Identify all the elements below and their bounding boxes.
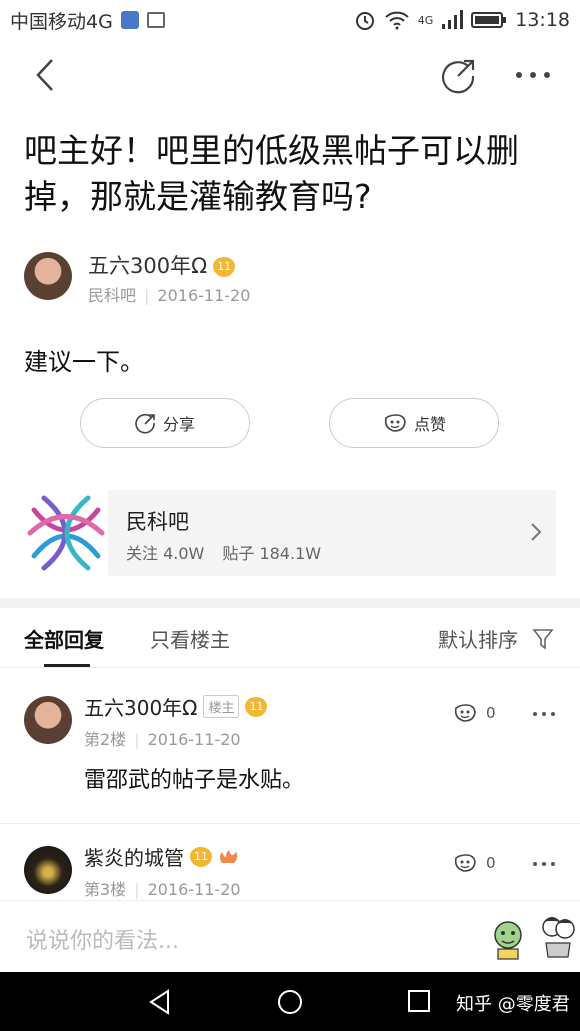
like-face-icon (454, 854, 476, 872)
tab-all-replies[interactable]: 全部回复 (24, 624, 104, 653)
wifi-icon (385, 11, 409, 30)
filter-icon[interactable] (532, 628, 554, 650)
more-icon[interactable] (532, 860, 556, 868)
share-icon[interactable] (440, 56, 478, 94)
clock: 13:18 (515, 9, 570, 31)
section-divider (0, 598, 580, 608)
comment-bar: 说说你的看法... (0, 900, 580, 972)
meta-separator: | (144, 286, 150, 305)
watermark: 知乎 @零度君 (456, 994, 570, 1015)
like-button[interactable]: 点赞 (329, 398, 499, 448)
list-item: 紫炎的城管 11 第3楼 | 2016-11-20 0 (0, 830, 580, 900)
carrier-label: 中国移动4G (10, 10, 113, 33)
floor-label: 第2楼 (84, 730, 127, 749)
floor-label: 第3楼 (84, 880, 127, 899)
reply-date: 2016-11-20 (147, 880, 241, 899)
notification-app-icon (120, 11, 139, 29)
image-notification-icon (146, 12, 165, 28)
like-button[interactable]: 0 (452, 702, 496, 724)
forum-name: 民科吧 (126, 510, 189, 534)
fan-badge-icon (220, 849, 238, 863)
avatar[interactable] (24, 846, 72, 894)
reply-text: 雷邵武的帖子是水贴。 (84, 768, 305, 793)
system-nav-bar: 知乎 @零度君 (0, 972, 580, 1031)
like-label: 点赞 (413, 415, 446, 434)
level-badge: 11 (245, 696, 268, 717)
share-button[interactable]: 分享 (80, 398, 250, 448)
meta-separator: | (134, 730, 140, 749)
network-type-label: 4G (417, 13, 434, 27)
like-count: 0 (486, 704, 496, 722)
alarm-icon (355, 12, 374, 30)
forum-followers: 关注 4.0W (126, 544, 205, 563)
tab-host-only[interactable]: 只看楼主 (150, 624, 230, 653)
list-item: 五六300年Ω 楼主 11 第2楼 | 2016-11-20 雷邵武的帖子是水贴。 … (0, 680, 580, 824)
system-home-icon[interactable] (276, 988, 304, 1016)
share-label: 分享 (162, 415, 195, 434)
post-content: 建议一下。 (24, 348, 144, 376)
status-bar: 中国移动4G 4G 13:18 (0, 0, 580, 40)
forum-label: 民科吧 (88, 286, 137, 305)
avatar[interactable] (24, 696, 72, 744)
meta-separator: | (134, 880, 140, 899)
host-tag: 楼主 (203, 695, 240, 718)
like-face-icon (454, 704, 476, 722)
forum-posts: 贴子 184.1W (222, 544, 322, 563)
emoji-sticker-icon[interactable] (490, 915, 526, 963)
back-icon[interactable] (30, 56, 60, 94)
post-actions: 分享 点赞 (80, 398, 500, 450)
reply-date: 2016-11-20 (147, 730, 241, 749)
meme-sticker-icon[interactable] (540, 911, 576, 959)
post-title: 吧主好！吧里的低级黑帖子可以删掉，那就是灌输教育吗? (24, 131, 519, 216)
system-back-icon[interactable] (146, 988, 174, 1016)
top-nav (0, 40, 580, 110)
reply-author[interactable]: 五六300年Ω (84, 692, 197, 721)
like-face-icon (384, 414, 406, 432)
forum-logo (24, 490, 108, 576)
signal-icon (442, 10, 464, 29)
reply-tabs: 全部回复 只看楼主 默认排序 (0, 608, 580, 668)
system-recents-icon[interactable] (406, 988, 432, 1014)
chevron-right-icon (531, 523, 542, 541)
comment-input[interactable]: 说说你的看法... (26, 923, 179, 955)
level-badge: 11 (213, 257, 236, 277)
like-button[interactable]: 0 (452, 852, 496, 874)
more-icon[interactable] (532, 710, 556, 718)
battery-icon (471, 12, 507, 28)
sort-dropdown[interactable]: 默认排序 (438, 624, 518, 653)
share-icon (135, 413, 155, 434)
reply-author[interactable]: 紫炎的城管 (84, 842, 184, 871)
level-badge: 11 (190, 846, 212, 867)
more-icon[interactable] (513, 66, 553, 84)
forum-card[interactable]: 民科吧 关注 4.0W 贴子 184.1W (24, 490, 556, 576)
post-date: 2016-11-20 (157, 286, 251, 305)
post-author[interactable]: 五六300年Ω 11 民科吧 | 2016-11-20 (24, 250, 544, 305)
author-name[interactable]: 五六300年Ω (88, 254, 207, 278)
tab-underline (44, 664, 90, 667)
like-count: 0 (486, 854, 496, 872)
avatar[interactable] (24, 252, 72, 300)
